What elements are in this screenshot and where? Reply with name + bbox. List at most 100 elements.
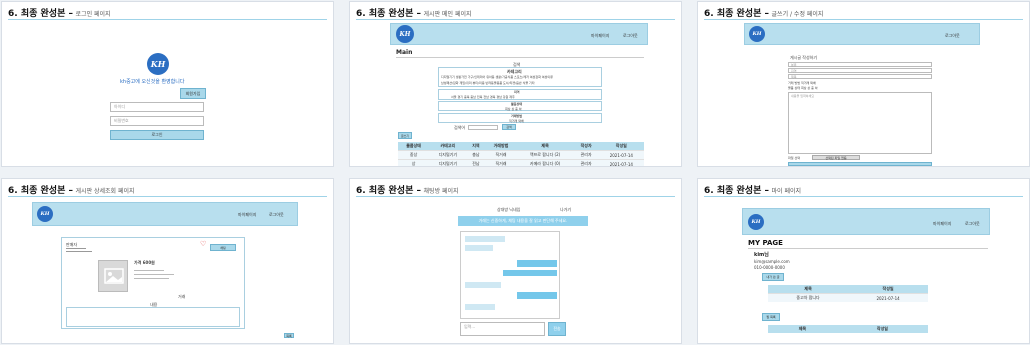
received-message: [465, 304, 495, 310]
region-select[interactable]: 지역: [788, 68, 932, 73]
column-header: 물품상태: [398, 142, 430, 151]
card-title: 6. 최종 완성본 – 채팅방 페이지: [356, 183, 459, 196]
nav-mypage[interactable]: 마이페이지: [591, 33, 609, 39]
mypage-card: 6. 최종 완성본 – 마이 페이지 KH 마이페이지 로그아웃 MY PAGE…: [697, 178, 1030, 344]
table-cell: 전남: [466, 159, 486, 166]
status-options[interactable]: 물품 상태 최상 상 중 하: [788, 86, 818, 90]
category-options-2[interactable]: 남성패션/잡화 게임/취미 뷰티/미용 반려동물용품 도서/티켓/음반 식물 기…: [441, 81, 535, 85]
card-title: 6. 최종 완성본 – 글쓰기 / 수정 페이지: [704, 6, 823, 19]
user-email: kim@sample.com: [754, 259, 790, 264]
table-cell[interactable]: 맥프로 팝니다 (2): [516, 150, 574, 160]
table-cell: 직거래: [485, 159, 517, 166]
table-row[interactable]: 중상 디지털기기 충남 직거래 맥프로 팝니다 (2) 관리자 2021-07-14: [398, 150, 644, 160]
site-header: KH 마이페이지 로그아웃: [390, 23, 648, 45]
card-number: 6. 최종 완성본 –: [356, 9, 421, 19]
deal-label: 거래: [178, 294, 186, 299]
col-title: 제목: [768, 325, 837, 333]
cell-title[interactable]: 중고차 팝니다: [768, 293, 849, 302]
wishlist-tab[interactable]: 찜 목록: [762, 313, 780, 321]
category-options[interactable]: 디지털기기 생활가전 가구/인테리어 유아동 생활/가공식품 스포츠/레저 여성…: [441, 75, 553, 79]
sent-message: [517, 292, 557, 299]
write-page-card: 6. 최종 완성본 – 글쓰기 / 수정 페이지 KH 로그아웃 게시글 작성하…: [697, 1, 1030, 167]
title-underline: [356, 196, 675, 197]
file-label: 파일 선택: [788, 156, 800, 160]
leave-chat-button[interactable]: 나가기: [560, 207, 571, 213]
card-subtitle: 마이 페이지: [771, 188, 802, 195]
submit-button[interactable]: [788, 162, 932, 166]
category-select[interactable]: 분류: [788, 62, 932, 67]
table-cell: 디지털기기: [429, 159, 467, 166]
chat-log: [460, 231, 560, 319]
user-name: kim님: [754, 252, 769, 258]
image-placeholder-icon: [104, 268, 124, 284]
table-header-row: 제목 작성일: [768, 285, 928, 294]
category-box: 카테고리 디지털기기 생활가전 가구/인테리어 유아동 생활/가공식품 스포츠/…: [438, 67, 602, 87]
password-input[interactable]: 비밀번호: [110, 116, 204, 126]
col-title: 제목: [768, 285, 849, 294]
column-header: 작성자: [573, 142, 599, 151]
deal-label: 거래방법: [511, 114, 523, 118]
table-cell: 2021-07-14: [598, 150, 644, 160]
table-row[interactable]: 상 디지털기기 전남 직거래 카메라 팝니다 (0) 관리자 2021-07-14: [398, 159, 644, 166]
title-underline: [704, 196, 1023, 197]
nav-logout[interactable]: 로그아웃: [269, 212, 284, 218]
search-input[interactable]: [468, 125, 498, 130]
site-header: KH 마이페이지 로그아웃: [32, 202, 298, 226]
send-button[interactable]: 전송: [548, 322, 566, 336]
table-cell: 관리자: [573, 159, 599, 166]
id-input[interactable]: 아이디: [110, 102, 204, 112]
board-table: 물품상태 카테고리 지역 거래방법 제목 작성자 작성일 중상 디지털기기 충남 직거래 맥프로 팝…: [398, 142, 644, 166]
column-header: 거래방법: [485, 142, 517, 151]
received-message: [465, 245, 493, 251]
table-cell: 디지털기기: [429, 150, 467, 160]
welcome-text: kh중고에 오신것을 환영합니다: [120, 79, 185, 85]
board-main-card: 6. 최종 완성본 – 게시판 메인 페이지 KH 마이페이지 로그아웃 Mai…: [349, 1, 682, 167]
text-line: [66, 251, 92, 252]
sent-message: [503, 270, 557, 276]
content-textarea[interactable]: 내용을 입력하세요: [788, 92, 932, 154]
table-cell: 충남: [466, 150, 486, 160]
status-box: 물품상태 최상 상 중 하: [438, 101, 602, 111]
kh-logo-icon: KH: [37, 206, 53, 222]
col-date: 작성일: [836, 325, 928, 333]
nav-logout[interactable]: 로그아웃: [623, 33, 638, 39]
title-input[interactable]: 제목: [788, 74, 932, 79]
card-title: 6. 최종 완성본 – 마이 페이지: [704, 183, 801, 196]
nav-mypage[interactable]: 마이페이지: [238, 212, 256, 218]
search-label: 검색어: [454, 125, 466, 130]
write-button[interactable]: 글쓰기: [398, 132, 412, 139]
list-button[interactable]: 목록: [284, 333, 294, 338]
detail-box: 판매자 ♡ 채팅 가격 600원 거래 내용: [61, 237, 245, 329]
heart-icon[interactable]: ♡: [200, 240, 206, 248]
nav-mypage[interactable]: 마이페이지: [933, 221, 951, 227]
file-choose-button[interactable]: 선택된 파일 없음: [812, 155, 860, 160]
chat-button[interactable]: 채팅: [210, 244, 236, 251]
deal-options[interactable]: 거래 방법 직거래 택배: [788, 81, 816, 85]
region-options[interactable]: 서울 경기 충북 충남 전북 전남 경북 경남 강원 제주: [451, 95, 515, 99]
status-options[interactable]: 최상 상 중 하: [505, 107, 522, 111]
nav-logout[interactable]: 로그아웃: [945, 33, 960, 39]
cell-date: 2021-07-14: [848, 293, 928, 302]
join-button[interactable]: 회원가입: [180, 88, 206, 99]
search-button[interactable]: 검색: [502, 124, 516, 130]
kh-logo-icon: KH: [748, 214, 764, 230]
table-row[interactable]: 중고차 팝니다 2021-07-14: [768, 293, 928, 302]
login-button[interactable]: 로그인: [110, 130, 204, 140]
region-box: 지역 서울 경기 충북 충남 전북 전남 경북 경남 강원 제주: [438, 89, 602, 100]
card-number: 6. 최종 완성본 –: [8, 9, 73, 19]
sent-message: [517, 260, 557, 267]
deal-box: 거래방법 직거래 택배: [438, 113, 602, 123]
deal-options[interactable]: 직거래 택배: [509, 119, 524, 123]
chat-input[interactable]: 입력...: [460, 322, 545, 336]
table-cell: 직거래: [485, 150, 517, 160]
card-subtitle: 로그인 페이지: [75, 11, 111, 18]
table-cell: 2021-07-14: [598, 159, 644, 166]
card-number: 6. 최종 완성본 –: [704, 186, 769, 196]
kh-logo-icon: KH: [147, 53, 169, 75]
column-header: 작성일: [598, 142, 644, 151]
nav-logout[interactable]: 로그아웃: [965, 221, 980, 227]
my-posts-tab[interactable]: 내가 쓴 글: [762, 273, 784, 281]
content-area: [66, 307, 240, 327]
write-heading: 게시글 작성하기: [790, 55, 818, 60]
table-cell[interactable]: 카메라 팝니다 (0): [516, 159, 574, 166]
